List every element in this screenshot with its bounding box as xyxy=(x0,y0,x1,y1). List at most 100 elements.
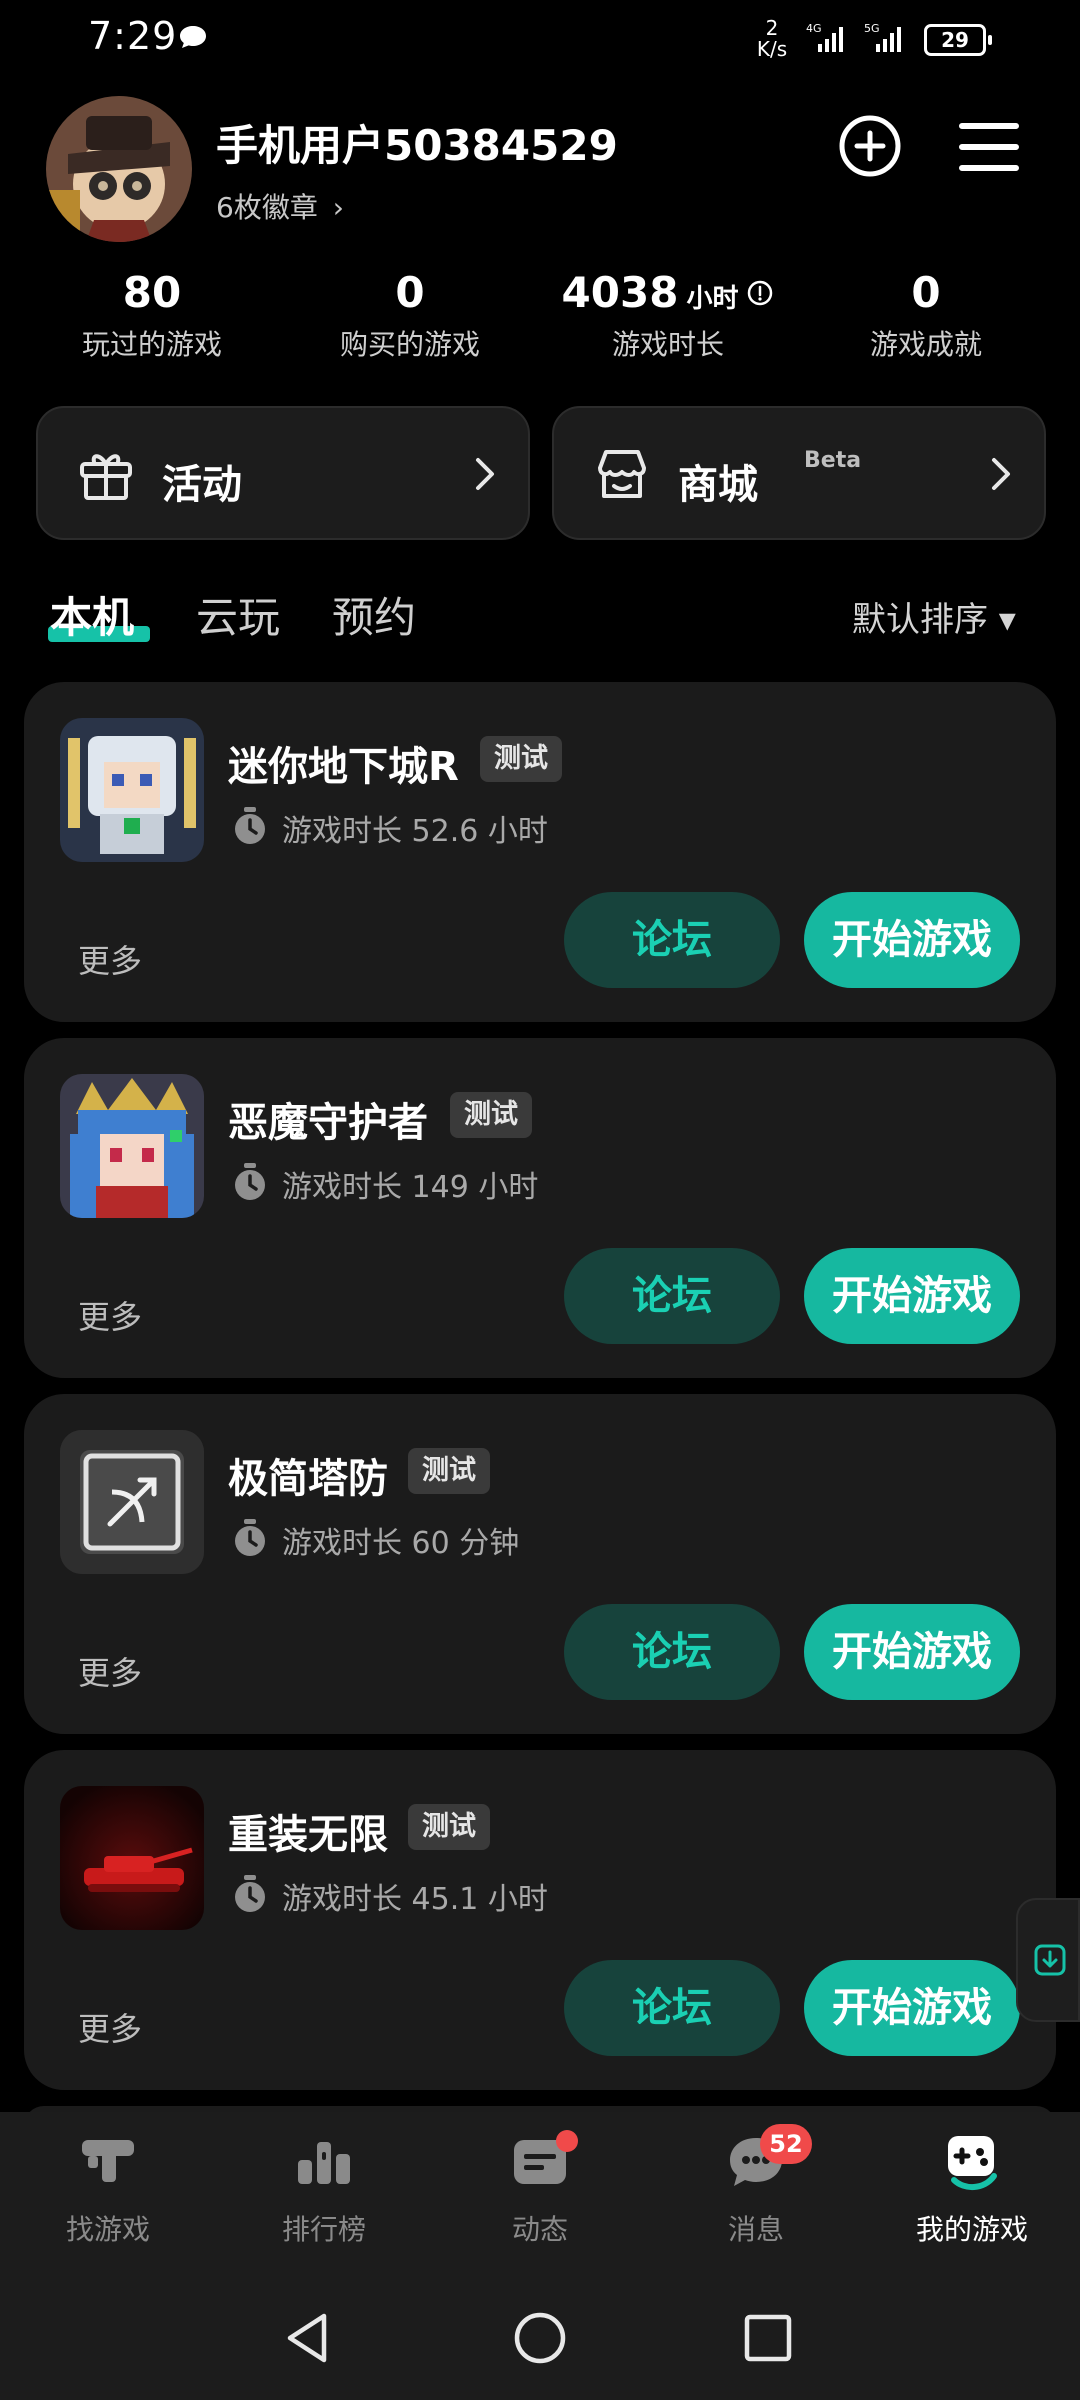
start-game-button[interactable]: 开始游戏 xyxy=(804,1248,1020,1344)
nav-ranking[interactable]: 排行榜 xyxy=(216,2130,432,2248)
game-card[interactable]: 重装无限 测试 游戏时长 45.1 小时 更多 论坛 开始游戏 xyxy=(24,1750,1056,2090)
message-count-badge: 52 xyxy=(760,2124,812,2164)
stat-label: 游戏时长 xyxy=(611,328,724,361)
stat-value: 4038 xyxy=(561,268,679,317)
speed-unit: K/s xyxy=(756,37,788,61)
game-card[interactable]: 恶魔守护者 测试 游戏时长 149 小时 更多 论坛 开始游戏 xyxy=(24,1038,1056,1378)
game-icon[interactable] xyxy=(60,1074,204,1218)
stopwatch-icon xyxy=(235,1519,265,1556)
tab-local[interactable]: 本机 xyxy=(50,584,134,645)
start-game-button[interactable]: 开始游戏 xyxy=(804,1960,1020,2056)
speed-value: 2 xyxy=(765,16,779,40)
more-button[interactable]: 更多 xyxy=(78,936,142,982)
stat-label: 玩过的游戏 xyxy=(81,328,222,361)
start-game-button[interactable]: 开始游戏 xyxy=(804,892,1020,988)
beta-tag: Beta xyxy=(804,448,862,473)
more-button[interactable]: 更多 xyxy=(78,1648,142,1694)
svg-text:5G: 5G xyxy=(864,22,880,35)
test-tag: 测试 xyxy=(450,1092,532,1138)
nav-find-games[interactable]: 找游戏 xyxy=(0,2130,216,2248)
test-tag: 测试 xyxy=(480,736,562,782)
nav-label: 消息 xyxy=(727,2213,784,2246)
username: 手机用户50384529 xyxy=(216,121,618,170)
activity-label: 活动 xyxy=(162,462,242,508)
start-game-button[interactable]: 开始游戏 xyxy=(804,1604,1020,1700)
ranking-icon xyxy=(298,2142,350,2184)
info-icon[interactable] xyxy=(746,279,774,307)
nav-label: 排行榜 xyxy=(281,2213,366,2246)
game-title: 恶魔守护者 xyxy=(228,1100,428,1146)
activity-button[interactable]: 活动 xyxy=(36,406,530,540)
add-circle-icon[interactable] xyxy=(838,114,902,178)
bottom-nav: 找游戏 排行榜 动态 消息 我的游戏 xyxy=(0,2112,1080,2280)
forum-button[interactable]: 论坛 xyxy=(564,1960,780,2056)
menu-icon[interactable] xyxy=(958,120,1020,174)
game-title: 迷你地下城R xyxy=(228,744,459,790)
stat-played-games[interactable]: 80 玩过的游戏 xyxy=(32,268,272,363)
battery-icon: 29 xyxy=(924,24,992,56)
gift-icon xyxy=(80,454,132,500)
status-bar: 7:29 2 K/s 4G 5G 29 xyxy=(0,0,1080,80)
tab-reserve[interactable]: 预约 xyxy=(332,584,416,645)
download-icon xyxy=(1034,1944,1066,1976)
nav-my-games[interactable]: 我的游戏 xyxy=(864,2130,1080,2248)
stat-achievements[interactable]: 0 游戏成就 xyxy=(806,268,1046,363)
chevron-right-icon: › xyxy=(332,191,344,224)
game-card[interactable]: 迷你地下城R 测试 游戏时长 52.6 小时 更多 论坛 开始游戏 xyxy=(24,682,1056,1022)
sort-dropdown[interactable]: 默认排序 ▾ xyxy=(852,592,1016,641)
game-title: 极简塔防 xyxy=(228,1456,388,1502)
shop-button[interactable]: 商城 Beta xyxy=(552,406,1046,540)
back-icon[interactable] xyxy=(282,2310,332,2366)
avatar[interactable] xyxy=(46,96,192,242)
forum-button[interactable]: 论坛 xyxy=(564,1604,780,1700)
nav-messages[interactable]: 消息 xyxy=(648,2130,864,2248)
feed-notification-dot xyxy=(556,2130,578,2152)
stat-value: 0 xyxy=(395,268,425,317)
home-icon[interactable] xyxy=(512,2310,568,2366)
stopwatch-icon xyxy=(235,1875,265,1912)
store-icon xyxy=(598,450,646,498)
game-title: 重装无限 xyxy=(228,1812,388,1858)
stat-unit: 小时 xyxy=(686,284,739,314)
test-tag: 测试 xyxy=(408,1448,490,1494)
test-tag: 测试 xyxy=(408,1804,490,1850)
game-icon[interactable] xyxy=(60,718,204,862)
play-time: 游戏时长 52.6 小时 xyxy=(282,814,548,849)
stat-purchased-games[interactable]: 0 购买的游戏 xyxy=(290,268,530,363)
stat-value: 0 xyxy=(911,268,941,317)
game-icon[interactable] xyxy=(60,1430,204,1574)
battery-level: 29 xyxy=(941,28,969,52)
system-nav-bar xyxy=(0,2280,1080,2400)
game-icon[interactable] xyxy=(60,1786,204,1930)
nav-label: 找游戏 xyxy=(65,2213,150,2246)
gamepad-icon xyxy=(948,2136,997,2190)
status-time: 7:29 xyxy=(88,14,178,58)
nav-label: 我的游戏 xyxy=(915,2213,1028,2246)
signal-4g-icon: 4G xyxy=(806,22,843,52)
nav-label: 动态 xyxy=(511,2213,568,2246)
stopwatch-icon xyxy=(235,1163,265,1200)
forum-button[interactable]: 论坛 xyxy=(564,1248,780,1344)
svg-text:4G: 4G xyxy=(806,22,822,35)
stat-label: 购买的游戏 xyxy=(339,328,480,361)
more-button[interactable]: 更多 xyxy=(78,2004,142,2050)
chevron-right-icon xyxy=(992,458,1010,490)
play-time: 游戏时长 60 分钟 xyxy=(282,1526,520,1561)
stat-play-time[interactable]: 4038 小时 游戏时长 xyxy=(548,268,788,363)
badges-count: 6枚徽章 xyxy=(216,191,318,224)
tab-cloud[interactable]: 云玩 xyxy=(196,584,280,645)
badges-link[interactable]: 6枚徽章 › xyxy=(216,186,344,226)
chat-notification-icon xyxy=(180,26,206,48)
stopwatch-icon xyxy=(235,807,265,844)
stat-label: 游戏成就 xyxy=(869,328,982,361)
more-button[interactable]: 更多 xyxy=(78,1292,142,1338)
network-speed: 2 K/s xyxy=(752,18,792,60)
download-side-tab[interactable] xyxy=(1016,1898,1080,2022)
nav-feed[interactable]: 动态 xyxy=(432,2130,648,2248)
play-time: 游戏时长 45.1 小时 xyxy=(282,1882,548,1917)
game-card[interactable]: 极简塔防 测试 游戏时长 60 分钟 更多 论坛 开始游戏 xyxy=(24,1394,1056,1734)
recents-icon[interactable] xyxy=(742,2312,794,2364)
forum-button[interactable]: 论坛 xyxy=(564,892,780,988)
play-time: 游戏时长 149 小时 xyxy=(282,1170,539,1205)
chevron-right-icon xyxy=(476,458,494,490)
